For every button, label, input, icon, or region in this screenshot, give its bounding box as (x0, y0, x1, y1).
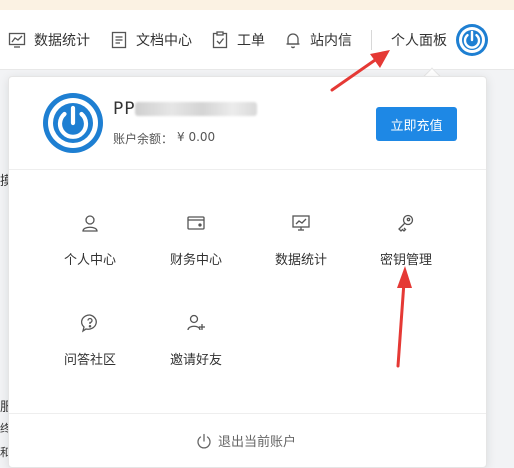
nav-item-docs[interactable]: 文档中心 (110, 27, 192, 53)
personal-panel-link[interactable]: 个人面板 (391, 27, 447, 53)
clipboard-check-icon (211, 31, 229, 49)
nav-item-label: 站内信 (310, 33, 352, 49)
nav-item-data-stats[interactable]: 数据统计 (8, 27, 90, 53)
logout-button[interactable]: 退出当前账户 (196, 431, 296, 450)
nav-item-label: 工单 (237, 33, 265, 49)
top-navbar: 数据统计 文档中心 工单 站内信 个人面板 (0, 10, 514, 70)
menu-item-data-stats[interactable]: 数据统计 (249, 213, 353, 268)
key-icon (396, 213, 416, 233)
menu-item-label: 财务中心 (169, 253, 222, 268)
menu-item-qa-community[interactable]: 问答社区 (38, 313, 142, 368)
menu-item-invite-friends[interactable]: 邀请好友 (144, 313, 248, 368)
chart-icon (8, 31, 26, 49)
username: PP (113, 99, 136, 119)
add-user-icon (186, 313, 206, 333)
logout-label: 退出当前账户 (218, 435, 297, 450)
menu-item-personal-center[interactable]: 个人中心 (38, 213, 142, 268)
menu-item-key-management[interactable]: 密钥管理 (354, 213, 458, 268)
divider (9, 413, 486, 414)
avatar-large (43, 93, 103, 153)
nav-item-label: 数据统计 (34, 33, 90, 49)
balance-label: 账户余额： (113, 132, 174, 146)
nav-divider (371, 30, 372, 50)
balance-value: ¥ 0.00 (177, 130, 216, 144)
document-icon (110, 31, 128, 49)
power-logo-icon (459, 27, 485, 53)
personal-panel-dropdown: PP 账户余额： ¥ 0.00 立即充值 个人中心 财务中心 数据统计 密钥管理… (8, 76, 487, 468)
menu-item-label: 邀请好友 (169, 353, 222, 368)
menu-item-label: 密钥管理 (379, 253, 432, 268)
power-logo-icon (48, 98, 98, 148)
personal-panel-label: 个人面板 (391, 33, 447, 49)
divider (9, 169, 486, 170)
username-redacted-blur (135, 102, 257, 116)
recharge-button[interactable]: 立即充值 (376, 107, 457, 141)
account-balance: 账户余额： ¥ 0.00 (113, 130, 215, 147)
menu-item-label: 问答社区 (63, 353, 116, 368)
menu-item-label: 个人中心 (63, 253, 116, 268)
nav-item-tickets[interactable]: 工单 (211, 27, 265, 53)
avatar[interactable] (456, 24, 488, 56)
user-icon (80, 213, 100, 233)
question-bubble-icon (80, 313, 100, 333)
chart-board-icon (291, 213, 311, 233)
power-icon (197, 433, 211, 448)
menu-item-label: 数据统计 (274, 253, 327, 268)
nav-item-label: 文档中心 (136, 33, 192, 49)
nav-item-messages[interactable]: 站内信 (284, 27, 352, 53)
top-banner-strip (0, 0, 514, 10)
menu-item-finance-center[interactable]: 财务中心 (144, 213, 248, 268)
bell-icon (284, 31, 302, 49)
wallet-icon (186, 213, 206, 233)
